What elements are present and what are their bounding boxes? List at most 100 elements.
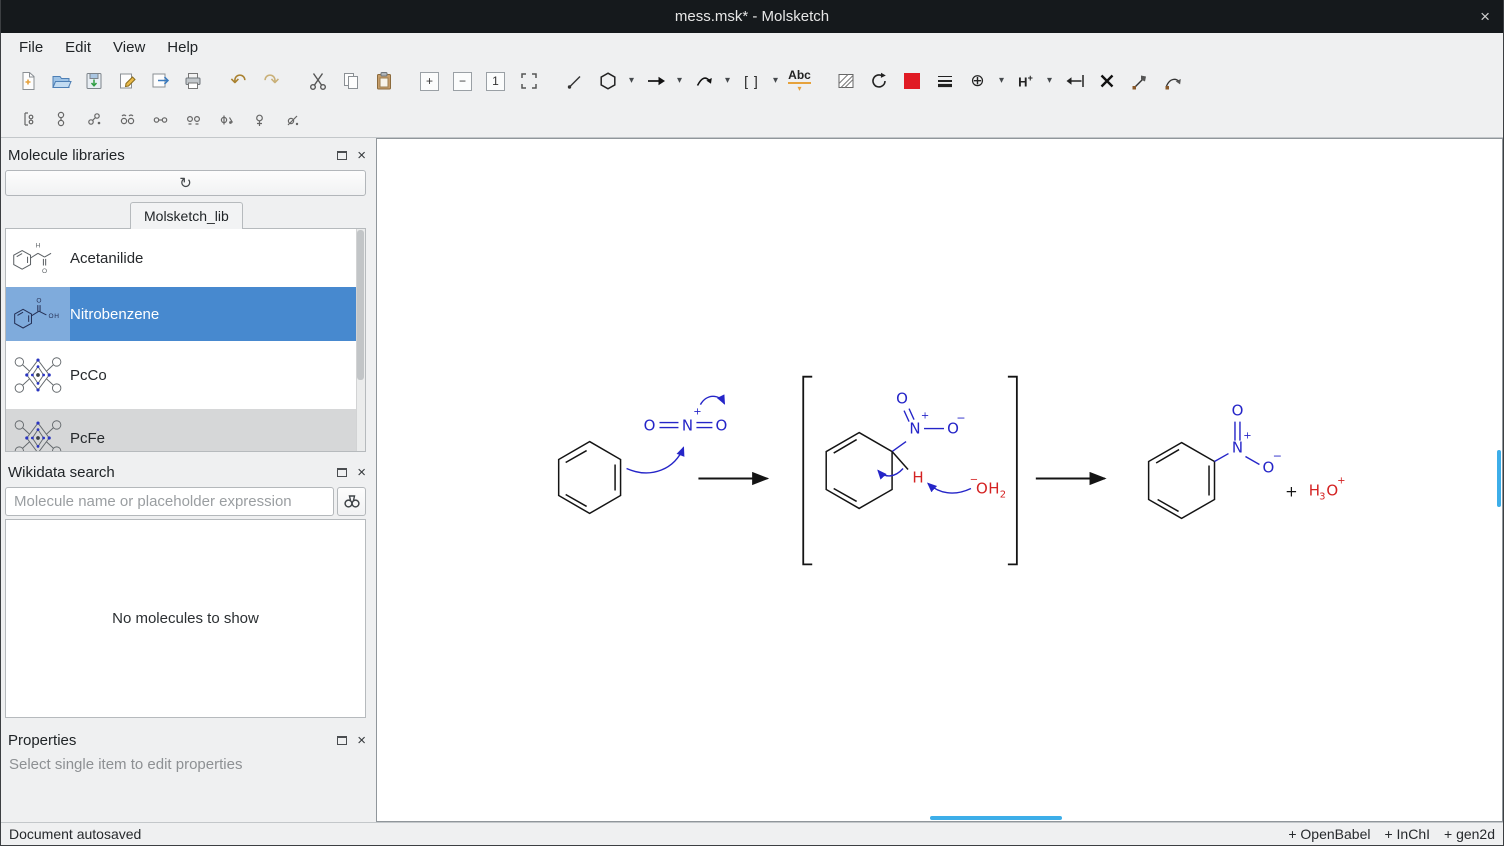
water-molecule[interactable]: − O H 2 xyxy=(970,474,1006,500)
copy-button[interactable] xyxy=(334,66,367,96)
arenium-intermediate[interactable]: N + O O − H xyxy=(826,390,965,509)
bracket-dropdown[interactable]: ▾ xyxy=(768,66,783,96)
nitronium-ion[interactable]: O N + O xyxy=(644,407,728,435)
pen-curve-icon xyxy=(1162,70,1184,92)
product-nitrobenzene[interactable]: N + O O − xyxy=(1149,402,1282,519)
menu-edit[interactable]: Edit xyxy=(54,36,102,59)
fragment-tool-8[interactable] xyxy=(242,104,275,134)
paste-button[interactable] xyxy=(367,66,400,96)
electron-arrow-ch-to-ring[interactable] xyxy=(878,469,903,476)
fragment-icon xyxy=(117,109,137,129)
float-panel-icon[interactable] xyxy=(337,468,347,477)
color-swatch-button[interactable] xyxy=(895,66,928,96)
fragment-tool-5[interactable] xyxy=(143,104,176,134)
line-width-button[interactable] xyxy=(928,66,961,96)
zoom-in-button[interactable]: + xyxy=(413,66,446,96)
menu-help[interactable]: Help xyxy=(156,36,209,59)
electron-arrow-ring-to-nitronium[interactable] xyxy=(627,448,684,473)
refresh-libraries-button[interactable]: ↻ xyxy=(5,170,366,196)
fragment-icon xyxy=(216,109,236,129)
fragment-icon xyxy=(282,109,302,129)
zoom-original-button[interactable]: 1 xyxy=(479,66,512,96)
redo-button[interactable]: ↷ xyxy=(255,66,288,96)
float-panel-icon[interactable] xyxy=(337,151,347,160)
new-file-button[interactable] xyxy=(11,66,44,96)
reactant-benzene[interactable] xyxy=(559,442,621,514)
zoom-out-button[interactable]: − xyxy=(446,66,479,96)
bracket-tool[interactable]: [ ] xyxy=(735,66,768,96)
menu-file[interactable]: File xyxy=(8,36,54,59)
hydronium-ion[interactable]: H 3 O + xyxy=(1309,475,1346,502)
plugin-gen2d-status: + gen2d xyxy=(1444,826,1495,842)
svg-text:O: O xyxy=(644,417,656,435)
charge-tool-dropdown[interactable]: ▾ xyxy=(994,66,1009,96)
electron-arrow-n-to-o[interactable] xyxy=(700,396,724,404)
text-tool[interactable]: Abc ▾ xyxy=(783,66,816,96)
hatch-fill-tool[interactable] xyxy=(829,66,862,96)
list-item-pcco[interactable]: PcCo xyxy=(6,341,365,409)
save-as-button[interactable] xyxy=(110,66,143,96)
window-close-button[interactable]: × xyxy=(1480,0,1490,33)
canvas-horizontal-scrollbar[interactable] xyxy=(930,816,1062,820)
draw-mechanism-curve-tool[interactable] xyxy=(1156,66,1189,96)
flip-tool[interactable] xyxy=(1057,66,1090,96)
close-panel-icon[interactable]: × xyxy=(357,465,366,480)
float-panel-icon[interactable] xyxy=(337,736,347,745)
list-item-nitrobenzene[interactable]: O O H Nitrobenzene xyxy=(6,287,365,341)
tab-molsketch-lib[interactable]: Molsketch_lib xyxy=(130,202,243,229)
intermediate-brackets[interactable] xyxy=(803,377,1017,565)
zoom-fit-button[interactable] xyxy=(512,66,545,96)
ring-tool[interactable] xyxy=(591,66,624,96)
fragment-tool-4[interactable] xyxy=(110,104,143,134)
export-button[interactable] xyxy=(143,66,176,96)
reaction-arrow-tool[interactable] xyxy=(639,66,672,96)
electron-arrow-water-to-h[interactable] xyxy=(928,483,971,493)
draw-bond-tool[interactable] xyxy=(558,66,591,96)
close-panel-icon[interactable]: × xyxy=(357,148,366,163)
plugin-openbabel-status: + OpenBabel xyxy=(1288,826,1370,842)
save-button[interactable] xyxy=(77,66,110,96)
scrollbar-thumb[interactable] xyxy=(357,230,364,380)
undo-button[interactable]: ↶ xyxy=(222,66,255,96)
wikidata-search-button[interactable] xyxy=(337,487,366,516)
fragment-tool-2[interactable] xyxy=(44,104,77,134)
list-item-acetanilide[interactable]: H O Acetanilide xyxy=(6,229,365,287)
charge-tool[interactable]: ⊕ xyxy=(961,66,994,96)
draw-reaction-arrow-tool[interactable] xyxy=(1123,66,1156,96)
open-folder-icon xyxy=(50,70,72,92)
print-icon xyxy=(182,70,204,92)
hydrogen-tool-dropdown[interactable]: ▾ xyxy=(1042,66,1057,96)
hydrogen-tool[interactable]: H+ xyxy=(1009,66,1042,96)
fragment-tool-1[interactable] xyxy=(11,104,44,134)
rotate-tool[interactable] xyxy=(862,66,895,96)
print-button[interactable] xyxy=(176,66,209,96)
fragment-tool-6[interactable] xyxy=(176,104,209,134)
mechanism-arrow-tool[interactable] xyxy=(687,66,720,96)
save-icon xyxy=(83,70,105,92)
menu-view[interactable]: View xyxy=(102,36,156,59)
fragment-tool-3[interactable] xyxy=(77,104,110,134)
wikidata-search-input[interactable] xyxy=(5,487,334,516)
reaction-arrow-dropdown[interactable]: ▾ xyxy=(672,66,687,96)
svg-text:+: + xyxy=(1285,482,1298,500)
library-list-scrollbar[interactable] xyxy=(356,229,365,451)
fragment-tool-7[interactable] xyxy=(209,104,242,134)
molecule-thumbnail: H O xyxy=(6,229,70,287)
close-panel-icon[interactable]: × xyxy=(357,733,366,748)
wikidata-search-panel: Wikidata search × No molecule xyxy=(1,461,373,723)
list-item-pcfe[interactable]: PcFe xyxy=(6,409,365,452)
mechanism-arrow-dropdown[interactable]: ▾ xyxy=(720,66,735,96)
canvas-vertical-scrollbar[interactable] xyxy=(1497,450,1501,507)
delete-tool[interactable] xyxy=(1090,66,1123,96)
chevron-down-icon: ▾ xyxy=(773,76,778,86)
open-file-button[interactable] xyxy=(44,66,77,96)
svg-text:+: + xyxy=(693,407,701,418)
undo-icon: ↶ xyxy=(231,70,247,93)
ring-tool-dropdown[interactable]: ▾ xyxy=(624,66,639,96)
reaction-scheme[interactable]: O N + O xyxy=(377,139,1502,821)
fragment-toolbar xyxy=(1,100,1503,138)
fragment-tool-9[interactable] xyxy=(275,104,308,134)
svg-text:O: O xyxy=(49,313,54,320)
drawing-canvas[interactable]: O N + O xyxy=(376,138,1503,822)
cut-button[interactable] xyxy=(301,66,334,96)
